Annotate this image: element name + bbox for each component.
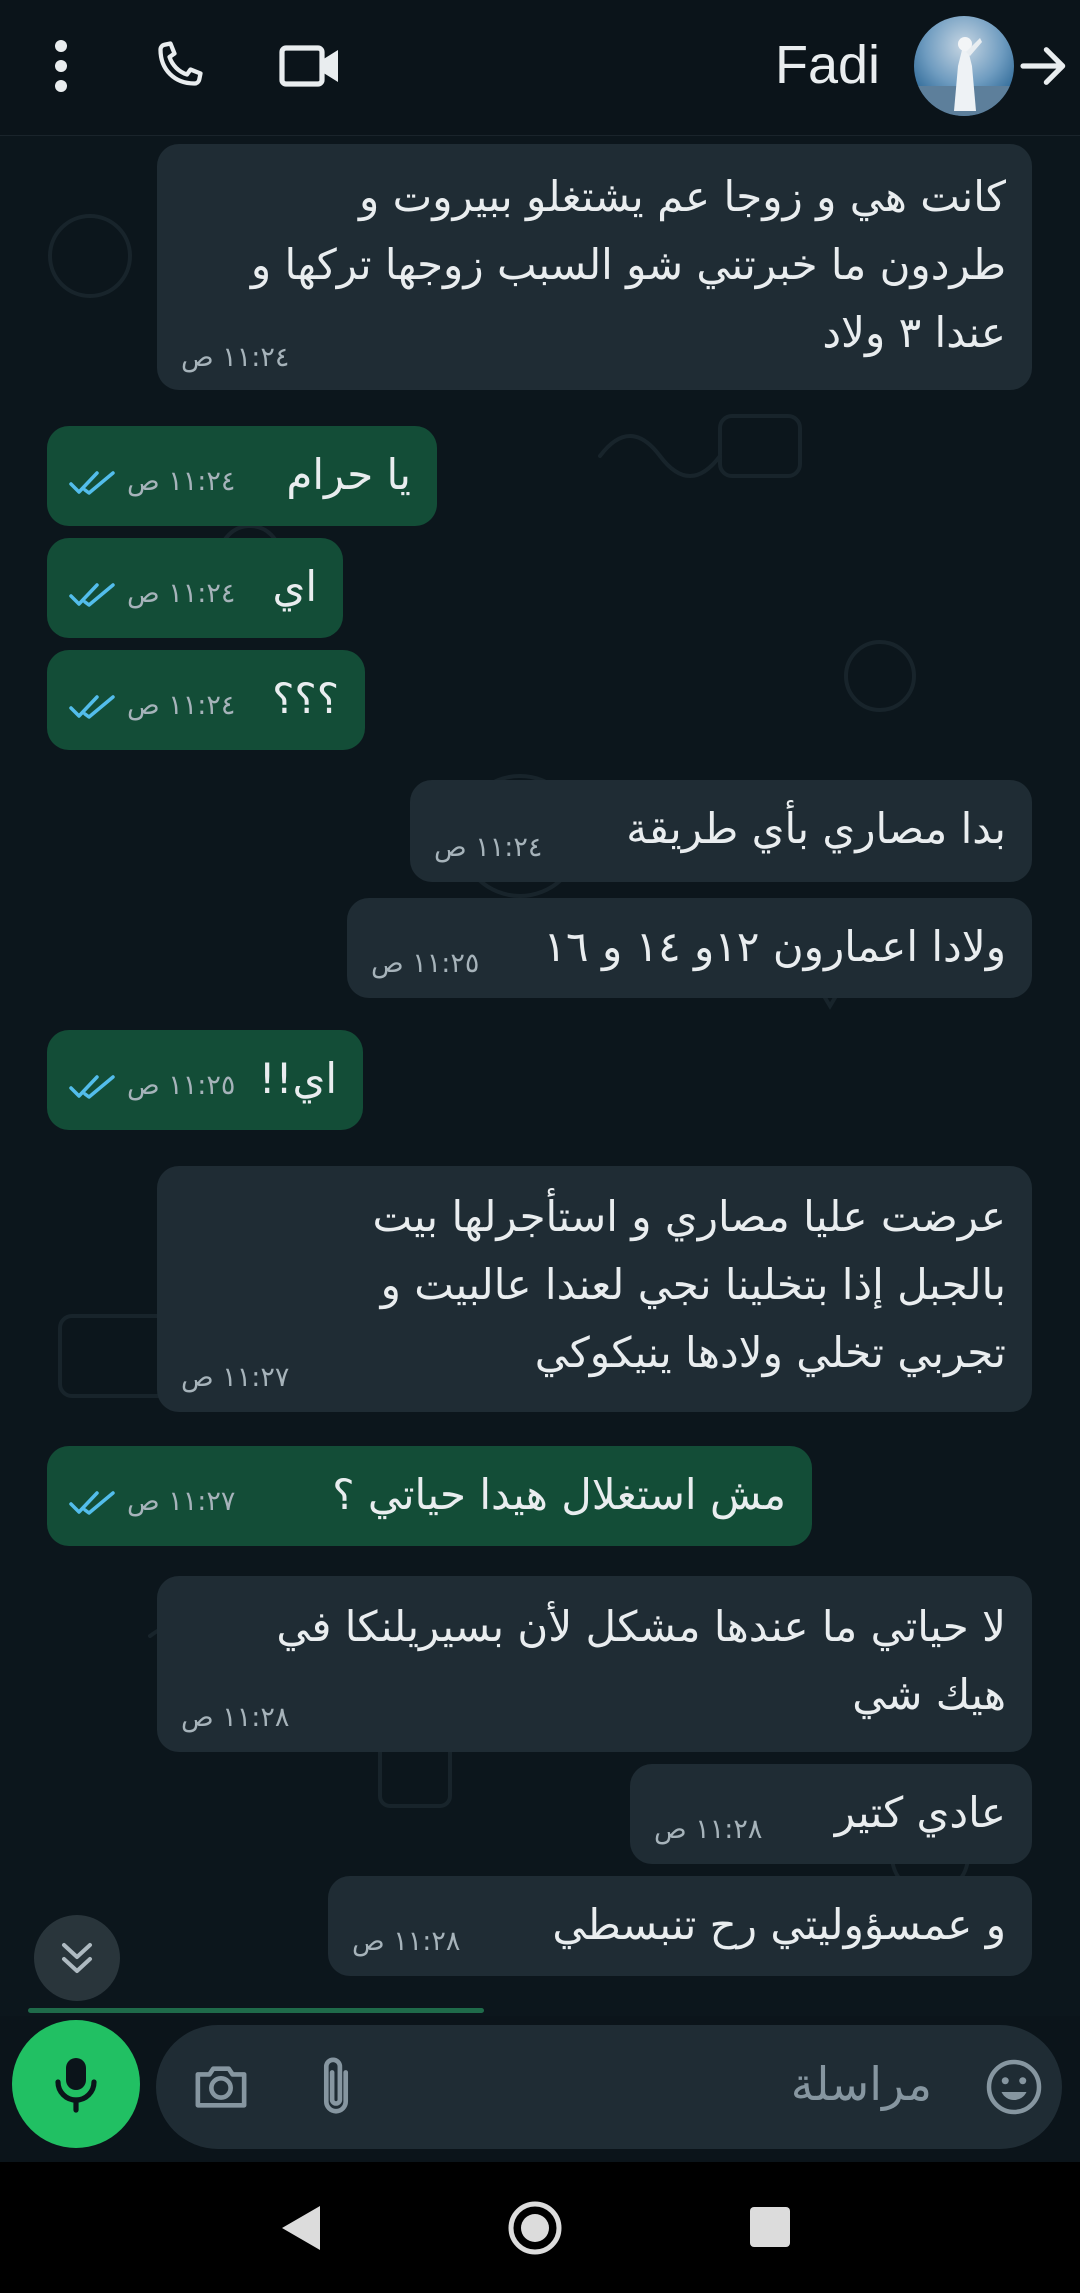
message-incoming[interactable]: كانت هي و زوجا عم يشتغلو ببيروت و طردون …: [157, 144, 1032, 390]
read-ticks-icon: [69, 1075, 115, 1099]
voice-call-icon[interactable]: [148, 36, 208, 96]
message-incoming[interactable]: عادي كتير ١١:٢٨ ص: [630, 1764, 1032, 1864]
message-text: ؟؟؟: [272, 674, 339, 723]
message-text: و عمسؤوليتي رح تنبسطي: [552, 1900, 1006, 1949]
message-outgoing[interactable]: يا حرام ١١:٢٤ ص: [47, 426, 437, 526]
message-text: هيك شي: [852, 1670, 1006, 1719]
message-time: ١١:٢٤ ص: [127, 466, 236, 497]
message-time: ١١:٢٤ ص: [127, 578, 236, 609]
message-outgoing[interactable]: اي ١١:٢٤ ص: [47, 538, 343, 638]
message-time: ١١:٢٧ ص: [127, 1486, 236, 1517]
voice-progress-bar: [28, 2008, 484, 2013]
message-incoming[interactable]: بدا مصاري بأي طريقة ١١:٢٤ ص: [410, 780, 1032, 882]
message-time: ١١:٢٥ ص: [127, 1070, 236, 1101]
message-incoming[interactable]: ولادا اعمارون ١٢و ١٤ و ١٦ ١١:٢٥ ص: [347, 898, 1032, 998]
message-time: ١١:٢٨ ص: [654, 1814, 763, 1845]
message-text: عرضت عليا مصاري و استأجرلها بيت: [372, 1192, 1006, 1241]
avatar[interactable]: [914, 16, 1014, 116]
video-call-icon[interactable]: [278, 38, 342, 94]
message-text: بالجبل إذا بتخلينا نجي لعندا عالبيت و: [380, 1260, 1006, 1309]
message-incoming[interactable]: لا حياتي ما عندها مشكل لأن بسيريلنكا في …: [157, 1576, 1032, 1752]
message-text: لا حياتي ما عندها مشكل لأن بسيريلنكا في: [276, 1602, 1006, 1651]
message-text: اي: [272, 562, 317, 611]
read-ticks-icon: [69, 695, 115, 719]
message-input[interactable]: مراسلة: [791, 2057, 932, 2111]
message-time: ١١:٢٤ ص: [127, 690, 236, 721]
message-time: ١١:٢٤ ص: [181, 342, 290, 373]
message-text: طردون ما خبرتني شو السبب زوجها تركها و: [250, 240, 1006, 289]
emoji-icon[interactable]: [984, 2057, 1044, 2117]
message-time: ١١:٢٨ ص: [352, 1926, 461, 1957]
attach-icon[interactable]: [316, 2053, 356, 2119]
message-time: ١١:٢٧ ص: [181, 1362, 290, 1393]
avatar-statue-image: [914, 37, 1014, 116]
message-text: اي!!: [258, 1054, 337, 1103]
message-text: كانت هي و زوجا عم يشتغلو ببيروت و: [359, 172, 1006, 221]
camera-icon[interactable]: [192, 2059, 250, 2113]
message-text: مش استغلال هيدا حياتي ؟: [332, 1470, 786, 1519]
message-text: عندا ٣ ولاد: [822, 308, 1006, 357]
chat-header: Fadi: [0, 0, 1080, 136]
message-time: ١١:٢٨ ص: [181, 1702, 290, 1733]
message-outgoing[interactable]: اي!! ١١:٢٥ ص: [47, 1030, 363, 1130]
contact-name[interactable]: Fadi: [770, 30, 880, 100]
double-chevron-down-icon: [62, 1943, 92, 1973]
scroll-to-bottom-button[interactable]: [34, 1915, 120, 2001]
message-time: ١١:٢٥ ص: [371, 948, 480, 979]
message-text: يا حرام: [286, 450, 411, 499]
mic-button[interactable]: [12, 2020, 140, 2148]
message-time: ١١:٢٤ ص: [434, 832, 543, 863]
nav-home-icon[interactable]: [507, 2200, 563, 2256]
message-text: ولادا اعمارون ١٢و ١٤ و ١٦: [543, 922, 1006, 971]
message-outgoing[interactable]: مش استغلال هيدا حياتي ؟ ١١:٢٧ ص: [47, 1446, 812, 1546]
message-composer[interactable]: مراسلة: [156, 2025, 1062, 2149]
read-ticks-icon: [69, 471, 115, 495]
menu-dots-icon[interactable]: [44, 36, 78, 96]
nav-recents-icon[interactable]: [749, 2206, 791, 2248]
message-outgoing[interactable]: ؟؟؟ ١١:٢٤ ص: [47, 650, 365, 750]
back-arrow-icon[interactable]: [1016, 38, 1072, 94]
mic-icon: [55, 2058, 97, 2113]
message-text: تجربي تخلي ولادها ينيكوكي: [534, 1328, 1006, 1377]
read-ticks-icon: [69, 583, 115, 607]
chat-area[interactable]: كانت هي و زوجا عم يشتغلو ببيروت و طردون …: [0, 136, 1080, 2016]
system-navigation-bar: [0, 2162, 1080, 2293]
nav-back-icon[interactable]: [278, 2202, 324, 2254]
message-text: عادي كتير: [834, 1788, 1006, 1837]
read-ticks-icon: [69, 1491, 115, 1515]
message-incoming[interactable]: و عمسؤوليتي رح تنبسطي ١١:٢٨ ص: [328, 1876, 1032, 1976]
message-text: بدا مصاري بأي طريقة: [626, 804, 1006, 853]
message-incoming[interactable]: عرضت عليا مصاري و استأجرلها بيت بالجبل إ…: [157, 1166, 1032, 1412]
